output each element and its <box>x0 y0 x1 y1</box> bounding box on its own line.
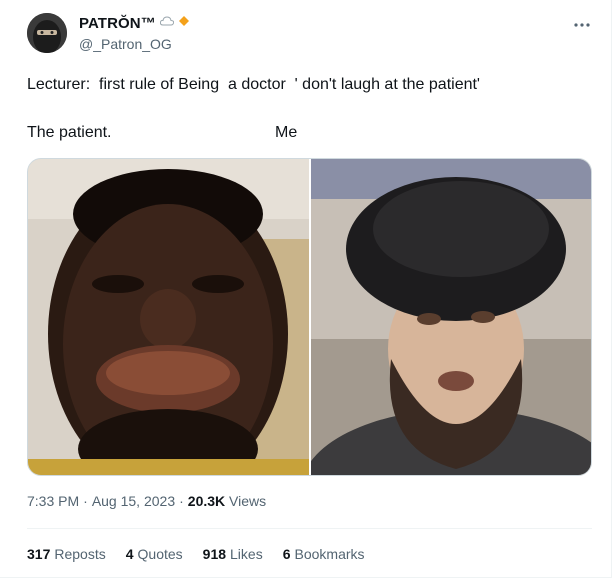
photo-me[interactable] <box>311 159 591 475</box>
meta-separator: · <box>179 493 184 509</box>
handle[interactable]: @_Patron_OG <box>79 36 172 52</box>
caption-me: Me <box>275 124 298 141</box>
views-count: 20.3K Views <box>188 493 266 509</box>
tweet-card: PATRŎN™ @_Patron_OG Lecturer: first rule… <box>0 0 612 578</box>
bookmarks-count: 6 <box>282 546 291 562</box>
reposts-count: 317 <box>27 546 51 562</box>
quotes-label: Quotes <box>137 546 183 562</box>
media-grid[interactable] <box>27 158 592 476</box>
tweet-date[interactable]: Aug 15, 2023 <box>92 493 175 509</box>
tweet-meta: 7:33 PM · Aug 15, 2023 · 20.3K Views <box>27 493 266 509</box>
reposts-link[interactable]: 317 Reposts <box>27 546 106 562</box>
avatar[interactable] <box>27 13 67 53</box>
views-label: Views <box>229 493 267 509</box>
likes-label: Likes <box>230 546 263 562</box>
photo-patient[interactable] <box>28 159 309 475</box>
cloud-emoji-icon <box>159 14 174 32</box>
more-horizontal-icon <box>573 15 591 33</box>
tweet-time[interactable]: 7:33 PM <box>27 493 79 509</box>
more-options-button[interactable] <box>568 14 596 34</box>
tweet-text: Lecturer: first rule of Being a doctor '… <box>27 76 480 93</box>
meta-separator: · <box>83 493 88 509</box>
engagement-stats: 317 Reposts 4 Quotes 918 Likes 6 Bookmarks <box>27 546 365 562</box>
divider <box>27 528 592 529</box>
quotes-count: 4 <box>125 546 134 562</box>
likes-link[interactable]: 918 Likes <box>203 546 263 562</box>
quotes-link[interactable]: 4 Quotes <box>126 546 183 562</box>
author-name-row[interactable]: PATRŎN™ <box>79 14 190 32</box>
display-name[interactable]: PATRŎN™ <box>79 15 156 32</box>
diamond-badge-icon <box>178 14 190 32</box>
views-number: 20.3K <box>187 493 226 509</box>
bookmarks-label: Bookmarks <box>294 546 365 562</box>
reposts-label: Reposts <box>54 546 106 562</box>
likes-count: 918 <box>202 546 227 562</box>
caption-patient: The patient. <box>27 124 112 141</box>
bookmarks-link[interactable]: 6 Bookmarks <box>283 546 365 562</box>
